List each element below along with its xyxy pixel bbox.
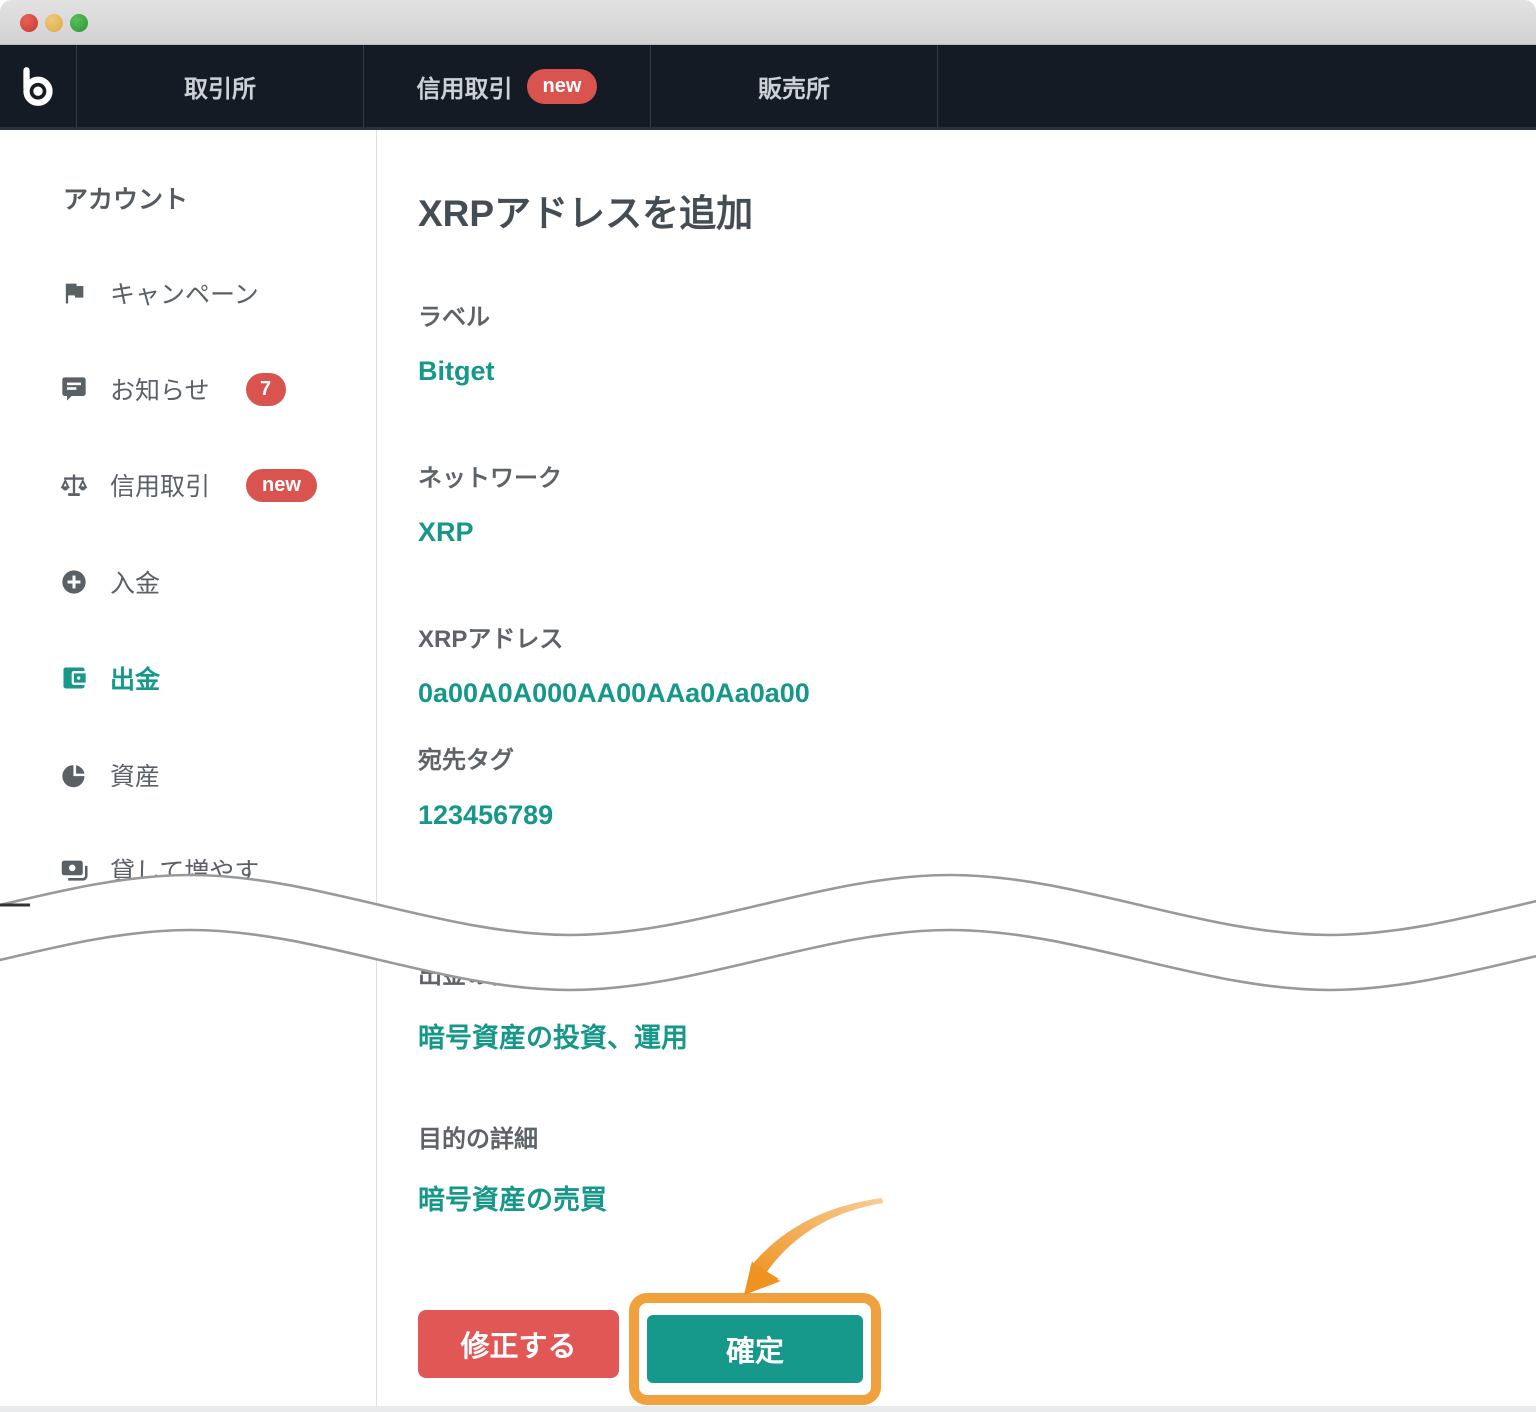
confirm-highlight-frame: 確定 — [629, 1293, 881, 1405]
sidebar-item-assets[interactable]: 資産 — [60, 755, 160, 795]
sidebar-item-label: 信用取引 — [110, 467, 210, 503]
minimize-window-button[interactable] — [45, 14, 63, 32]
tab-margin-label: 信用取引 — [417, 69, 513, 104]
announcement-icon — [60, 375, 88, 403]
app-window: 取引所 信用取引 new 販売所 アカウント キャンペーン お知らせ 7 — [0, 0, 1536, 1412]
field-xrp-address-value: 0a00A0A000AA00AAa0Aa0a00 — [418, 678, 810, 709]
zoom-window-button[interactable] — [70, 14, 88, 32]
tab-sales-label: 販売所 — [758, 69, 830, 104]
field-label-value: Bitget — [418, 356, 495, 387]
top-navbar: 取引所 信用取引 new 販売所 — [0, 45, 1536, 130]
scales-icon — [60, 471, 88, 499]
assets-pie-icon — [60, 761, 88, 789]
sidebar-item-deposit[interactable]: 入金 — [60, 562, 160, 602]
sidebar-item-campaign[interactable]: キャンペーン — [60, 273, 259, 313]
field-xrp-address-label: XRPアドレス — [418, 619, 563, 654]
sidebar-item-withdraw[interactable]: 出金 — [60, 658, 160, 698]
bitbank-logo-icon — [15, 63, 61, 109]
field-label-label: ラベル — [418, 297, 490, 332]
field-purpose-detail-label: 目的の詳細 — [418, 1119, 538, 1154]
new-badge: new — [246, 469, 317, 502]
sidebar-item-margin-trading[interactable]: 信用取引 new — [60, 465, 317, 505]
tab-margin-trading[interactable]: 信用取引 new — [364, 45, 651, 127]
sidebar-divider — [376, 130, 377, 1412]
field-purpose-detail-value: 暗号資産の売買 — [418, 1178, 607, 1217]
lending-cash-icon — [60, 856, 88, 884]
sidebar-item-label: 資産 — [110, 757, 160, 793]
bitbank-logo[interactable] — [0, 45, 77, 127]
window-bottom-edge — [0, 1406, 1536, 1412]
sidebar-item-notifications[interactable]: お知らせ 7 — [60, 369, 286, 409]
field-destination-tag-label: 宛先タグ — [418, 740, 514, 775]
notification-count-badge: 7 — [246, 373, 286, 406]
tab-exchange-label: 取引所 — [184, 69, 256, 104]
page-title: XRPアドレスを追加 — [418, 183, 753, 237]
sidebar-item-label: 出金 — [110, 660, 160, 696]
new-badge: new — [527, 69, 598, 104]
confirm-button[interactable]: 確定 — [647, 1315, 863, 1383]
field-withdraw-purpose-label: 出金の目的 — [418, 955, 538, 990]
close-window-button[interactable] — [20, 14, 38, 32]
field-destination-tag-value: 123456789 — [418, 800, 553, 831]
tab-sales-office[interactable]: 販売所 — [651, 45, 938, 127]
annotation-arrow-icon — [700, 1185, 920, 1310]
withdraw-wallet-icon — [60, 664, 88, 692]
sidebar-item-lending[interactable]: 貸して増やす — [60, 850, 259, 890]
sidebar-item-label: キャンペーン — [110, 275, 259, 311]
field-withdraw-purpose-value: 暗号資産の投資、運用 — [418, 1016, 688, 1055]
modify-button[interactable]: 修正する — [418, 1310, 619, 1378]
macos-titlebar — [0, 0, 1536, 45]
sidebar-item-label: お知らせ — [110, 371, 210, 407]
field-network-value: XRP — [418, 517, 474, 548]
sidebar-item-label: 貸して増やす — [110, 852, 259, 888]
field-network-label: ネットワーク — [418, 458, 562, 493]
sidebar-section-title: アカウント — [63, 180, 188, 216]
tab-exchange[interactable]: 取引所 — [77, 45, 364, 127]
deposit-icon — [60, 568, 88, 596]
flag-icon — [60, 279, 88, 307]
sidebar-item-label: 入金 — [110, 564, 160, 600]
